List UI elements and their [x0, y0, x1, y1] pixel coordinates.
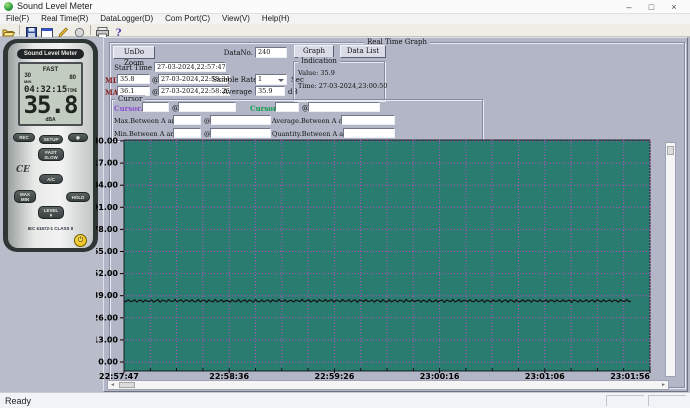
- device-lcd: FAST 30MIN 80 04:32:15TIME 35.8 dBA: [18, 62, 83, 126]
- menu-help-h[interactable]: Help(H): [256, 14, 296, 24]
- ce-mark: CE: [16, 165, 30, 175]
- y-tick-label: 52.00: [96, 269, 118, 278]
- cursor-a-value-field[interactable]: [142, 102, 169, 112]
- y-tick-label: 65.00: [96, 247, 118, 256]
- indication-time: Time: 27-03-2024,23:00:50: [298, 82, 387, 90]
- average-field[interactable]: 35.9: [255, 86, 285, 96]
- datano-field[interactable]: 240: [255, 47, 287, 58]
- help-icon[interactable]: ?: [110, 24, 126, 36]
- menu-real-time-r[interactable]: Real Time(R): [35, 14, 94, 24]
- device-level-button: LEVEL▼: [38, 206, 64, 219]
- max-between-value-field[interactable]: [173, 115, 201, 125]
- toolbar-separator: [19, 25, 20, 35]
- device-rec-button: REC: [13, 133, 35, 142]
- stop-icon[interactable]: [71, 24, 87, 36]
- chart-vertical-scrollbar[interactable]: [665, 142, 676, 377]
- undo-zoom-button[interactable]: UnDo Zoom: [113, 46, 155, 59]
- vertical-scrollbar-thumb[interactable]: [667, 146, 674, 155]
- indication-value: Value: 35.9: [298, 69, 335, 77]
- toolbar-separator: [90, 25, 91, 35]
- data-list-button[interactable]: Data List: [340, 45, 386, 58]
- horizontal-scrollbar-thumb[interactable]: [119, 382, 135, 388]
- dropdown-arrow-icon: [278, 79, 284, 82]
- chart-horizontal-scrollbar[interactable]: ◄ ►: [107, 380, 669, 390]
- realtime-chart[interactable]: 130.00 117.00 104.00 91.00 78.00 65.00 52.00 39…: [96, 136, 680, 382]
- save-icon[interactable]: [23, 24, 39, 36]
- cursor-title: Cursor: [115, 95, 145, 103]
- device-setup-button: SETUP: [39, 135, 63, 144]
- cursor-b-time-field[interactable]: [308, 102, 380, 112]
- cursor-b-value-field[interactable]: [275, 102, 299, 112]
- edit-icon[interactable]: [55, 24, 71, 36]
- cursor-a-time-field[interactable]: [178, 102, 236, 112]
- device-max-min-button: MAXMIN: [14, 190, 36, 203]
- print-icon[interactable]: [94, 24, 110, 36]
- max-between-time-field[interactable]: [210, 115, 271, 125]
- menu-view-v[interactable]: View(V): [216, 14, 256, 24]
- app-icon: [4, 2, 13, 11]
- y-tick-label: 104.00: [96, 181, 118, 190]
- y-tick-label: 0.00: [98, 358, 118, 367]
- min-value-field[interactable]: 35.8: [117, 74, 150, 84]
- lcd-range-low: 30MIN: [24, 74, 31, 84]
- close-button[interactable]: ×: [664, 0, 684, 14]
- start-time-field[interactable]: 27-03-2024,22:57:47: [154, 62, 226, 72]
- plot-area: [124, 140, 650, 371]
- scroll-left-arrow-icon[interactable]: ◄: [108, 381, 117, 389]
- device-hold-button: HOLD: [66, 192, 90, 202]
- indication-groupbox: Indication: [293, 61, 385, 101]
- status-separator: [648, 395, 686, 406]
- device-face: Sound Level Meter FAST 30MIN 80 04:32:15…: [8, 43, 93, 248]
- status-separator: [606, 395, 644, 406]
- status-bar: Ready: [0, 392, 690, 408]
- device-power-key-icon: ⏻: [74, 234, 87, 247]
- scroll-right-arrow-icon[interactable]: ►: [659, 381, 668, 389]
- title-bar: Sound Level Meter – □ ×: [0, 0, 690, 14]
- lcd-value: 35.8: [20, 92, 81, 118]
- device-power-button: ◉: [68, 133, 88, 142]
- lcd-unit: dBA: [20, 117, 81, 123]
- window-icon[interactable]: [39, 24, 55, 36]
- sample-rate-select[interactable]: 1: [255, 74, 287, 85]
- menu-bar: File(F)Real Time(R)DataLogger(D)Com Port…: [0, 14, 690, 24]
- maximize-button[interactable]: □: [641, 0, 661, 14]
- datano-label: DataNo.: [213, 49, 253, 57]
- y-tick-label: 39.00: [96, 291, 118, 300]
- lcd-range-high: 80: [69, 75, 76, 81]
- y-tick-label: 13.00: [96, 335, 118, 344]
- y-tick-label: 78.00: [96, 225, 118, 234]
- status-text: Ready: [5, 396, 31, 406]
- minimize-button[interactable]: –: [619, 0, 639, 14]
- y-tick-label: 91.00: [96, 203, 118, 212]
- avg-between-field[interactable]: [341, 115, 395, 125]
- start-time-label: Start Time: [112, 64, 152, 72]
- device-brand-label: Sound Level Meter: [17, 49, 84, 59]
- device-ac-button: A/C: [39, 174, 63, 184]
- menu-datalogger-d[interactable]: DataLogger(D): [94, 14, 159, 24]
- y-tick-label: 26.00: [96, 313, 118, 322]
- toolbar: ?: [0, 24, 690, 37]
- window-title: Sound Level Meter: [17, 1, 93, 11]
- device-panel: Sound Level Meter FAST 30MIN 80 04:32:15…: [0, 37, 103, 392]
- menu-com-port-c[interactable]: Com Port(C): [159, 14, 216, 24]
- y-tick-label: 117.00: [96, 159, 118, 168]
- open-icon[interactable]: [0, 24, 16, 36]
- device-class-label: IEC 61672-1 CLASS II: [8, 226, 93, 231]
- indication-title: Indication: [298, 57, 340, 65]
- sample-rate-label: Sample Rate: [212, 76, 252, 84]
- average-label: Average: [220, 88, 252, 96]
- device-photo: Sound Level Meter FAST 30MIN 80 04:32:15…: [3, 39, 98, 252]
- device-fast-slow-button: FASTSLOW: [38, 148, 64, 161]
- y-tick-label: 130.00: [96, 137, 118, 146]
- menu-file-f[interactable]: File(F): [0, 14, 35, 24]
